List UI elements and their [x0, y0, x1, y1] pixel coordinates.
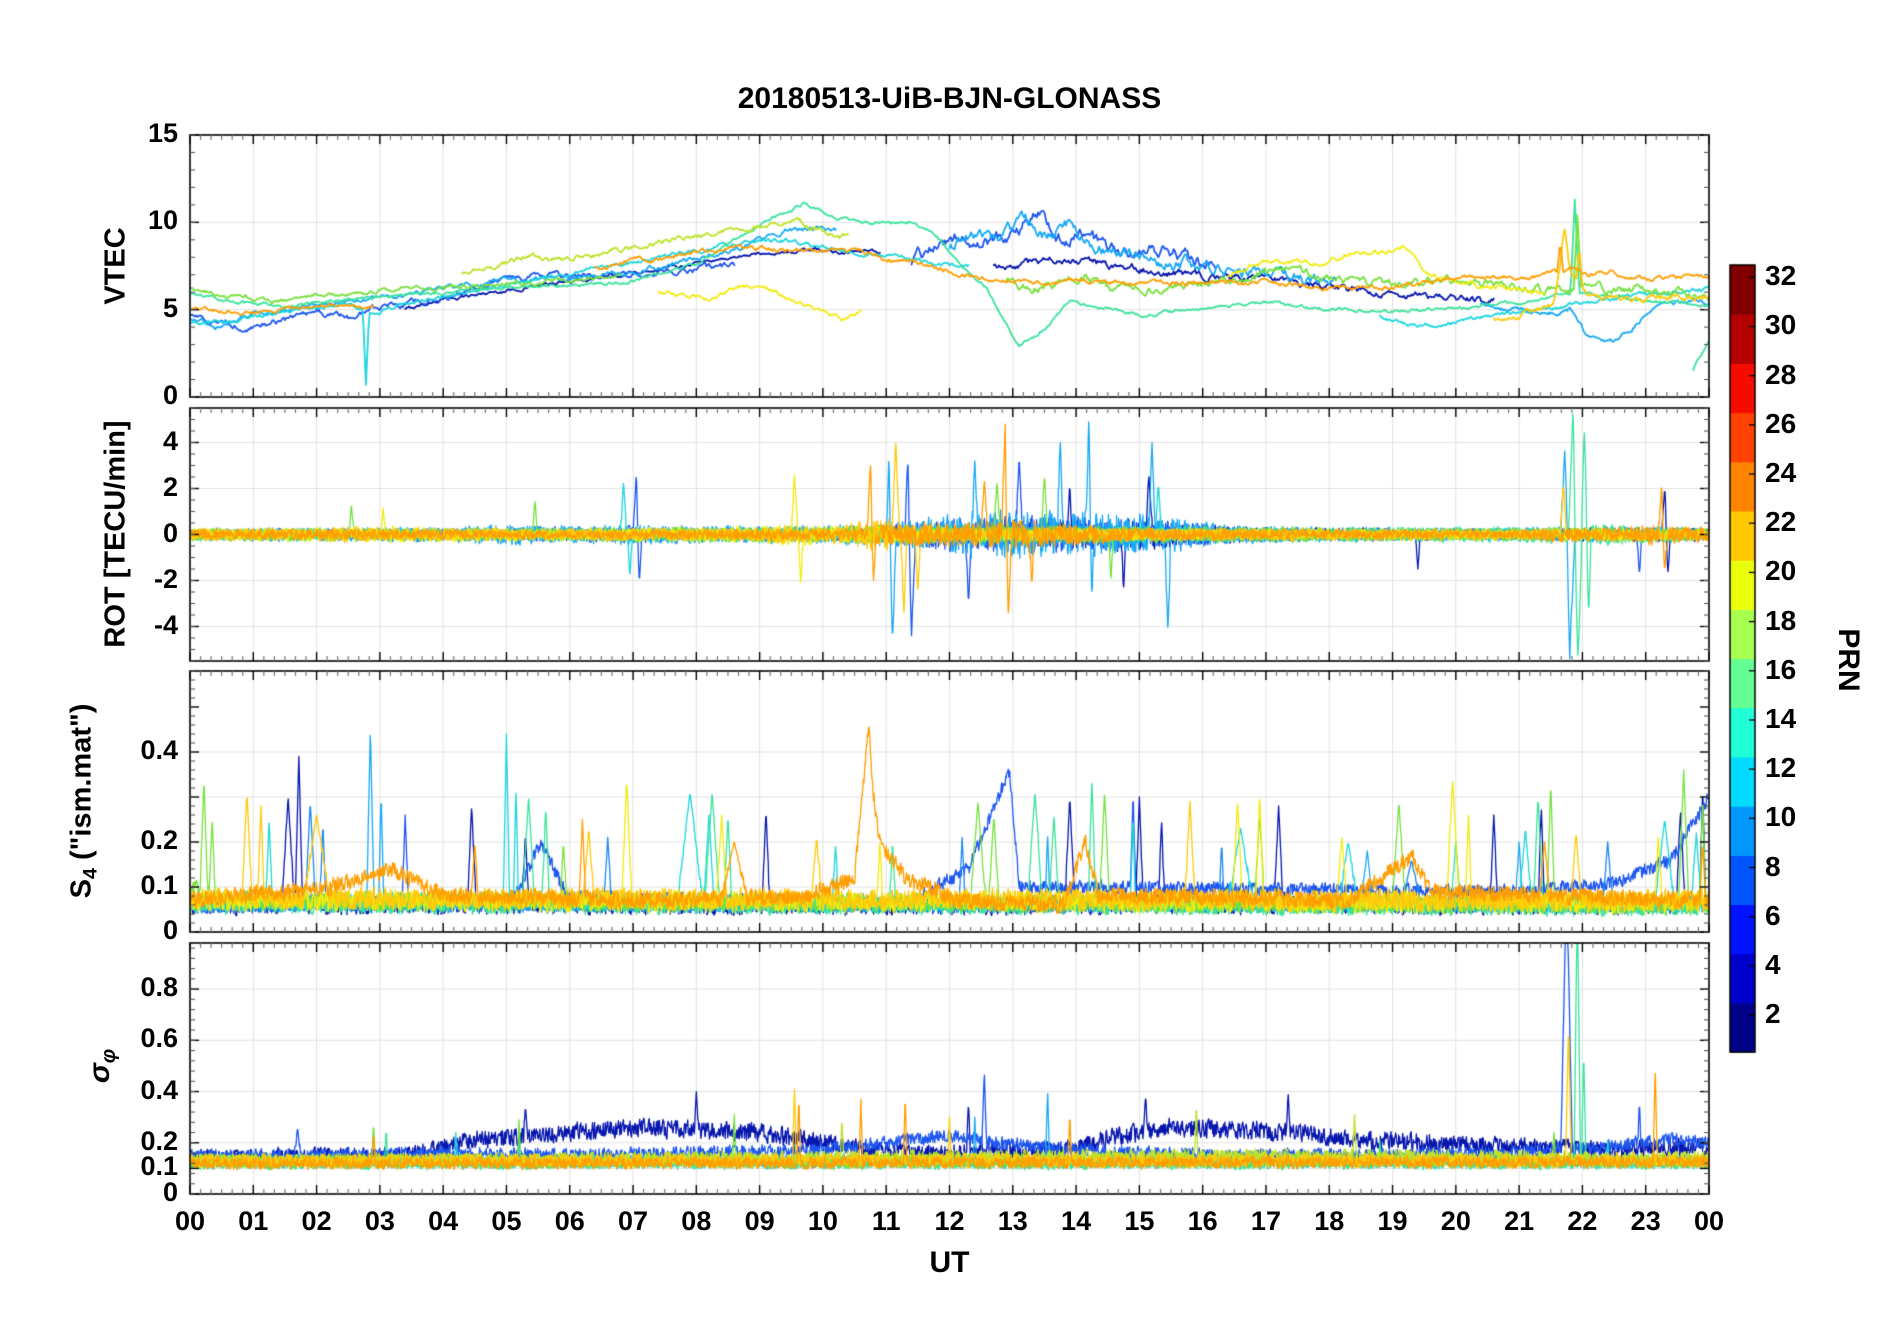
y-tick-label: 4: [162, 425, 178, 456]
y-tick-label: 2: [162, 471, 178, 502]
y-tick-label: 0: [162, 915, 178, 945]
colorbar-tick-label: 32: [1765, 260, 1797, 292]
figure: 20180513-UiB-BJN-GLONASS VTEC ROT [TECU/…: [0, 0, 1902, 1330]
colorbar-tick-label: 14: [1765, 702, 1797, 734]
colorbar-tick-label: 8: [1765, 850, 1781, 882]
colorbar-tick-label: 28: [1765, 358, 1797, 390]
colorbar-tick-label: 12: [1765, 752, 1797, 784]
y-tick-label: 0.8: [140, 972, 178, 1003]
y-tick-label: 5: [162, 292, 178, 323]
x-axis-label: UT: [929, 1246, 970, 1279]
y-tick-label: 15: [147, 118, 178, 148]
colorbar-tick-label: 6: [1765, 899, 1781, 931]
colorbar-tick-label: 26: [1765, 407, 1797, 439]
y-tick-label: -4: [153, 609, 178, 640]
colorbar-tick-label: 10: [1765, 801, 1797, 833]
colorbar-tick-label: 24: [1765, 457, 1797, 489]
y-tick-label: 0.2: [140, 825, 178, 855]
chart-title: 20180513-UiB-BJN-GLONASS: [737, 82, 1162, 115]
y-tick-label: 10: [147, 205, 178, 236]
y-tick-label: 0.6: [140, 1023, 178, 1054]
y-tick-label: 0.4: [140, 735, 178, 765]
y-tick-label: 0.4: [140, 1074, 178, 1105]
colorbar-tick-label: 20: [1765, 555, 1797, 587]
colorbar-tick-label: 18: [1765, 604, 1797, 636]
y-tick-label: -2: [153, 563, 178, 594]
colorbar-tick-label: 2: [1765, 998, 1781, 1030]
y-tick-label: 0: [162, 1177, 178, 1207]
y-tick-label: 0.1: [140, 870, 178, 900]
plot-canvas: [0, 0, 1902, 1330]
y-tick-label: 0: [162, 517, 178, 548]
x-tick-label: 00: [1693, 1206, 1725, 1236]
colorbar-tick-label: 22: [1765, 506, 1797, 538]
y-tick-label: 0: [162, 380, 178, 410]
colorbar-tick-label: 16: [1765, 653, 1797, 685]
colorbar-tick-label: 30: [1765, 309, 1797, 341]
colorbar-tick-label: 4: [1765, 948, 1781, 980]
